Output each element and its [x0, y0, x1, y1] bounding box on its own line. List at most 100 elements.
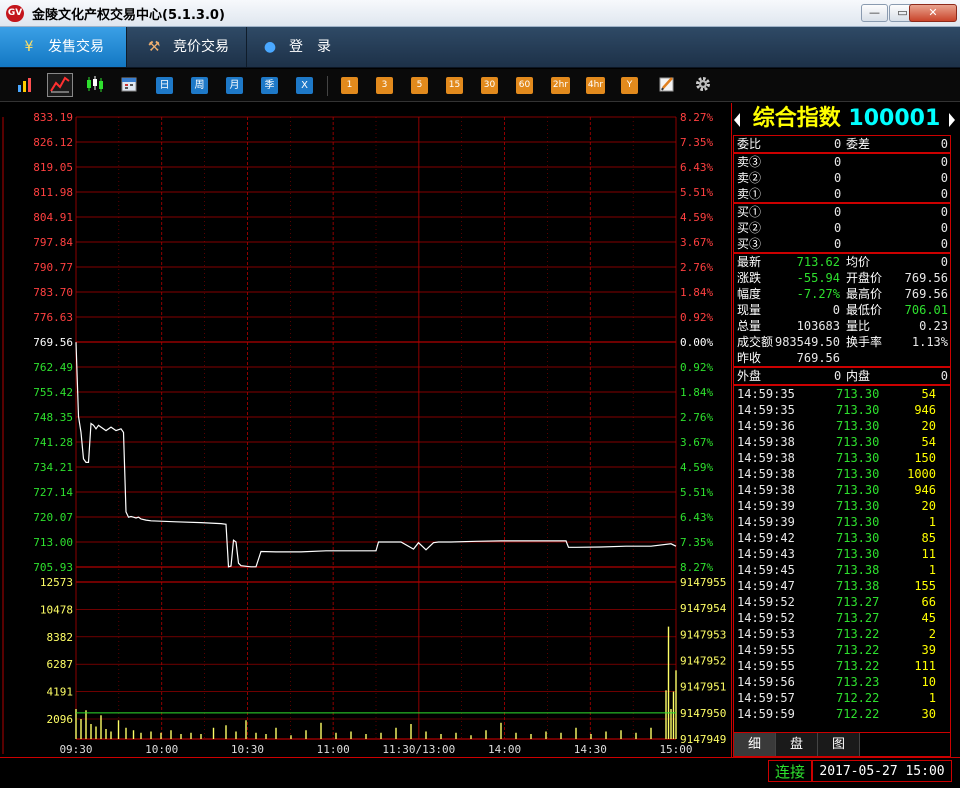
tick-list[interactable]: 14:59:35 713.30 54 14:59:35 713.30 946 14:59:3… [733, 385, 951, 733]
price-axis-label: 762.49 [33, 361, 73, 374]
neipan-value: 0 [940, 369, 948, 383]
price-axis-label: 755.42 [33, 386, 73, 399]
order-label: 卖③ [737, 155, 762, 169]
stat-label: 总量 [737, 319, 762, 333]
volume-right-axis-label: 9147954 [680, 602, 727, 615]
tick-price: 713.30 [836, 435, 880, 449]
tick-time: 14:59:36 [737, 419, 795, 433]
title-bar: GV 金陵文化产权交易中心(5.1.3.0) — ▭ ✕ [0, 0, 960, 27]
close-button[interactable]: ✕ [909, 4, 957, 22]
order-row: 买① 0 0 [734, 204, 950, 220]
stat-value: -7.27% [796, 287, 840, 301]
order-row: 卖① 0 0 [734, 186, 950, 202]
tick-time: 14:59:42 [737, 531, 795, 545]
tab-label: 发售交易 [48, 39, 104, 55]
period-5min-button[interactable]: 5 [411, 77, 428, 94]
next-symbol-icon[interactable] [949, 113, 955, 127]
weibi-value: 0 [834, 137, 842, 151]
period-15min-button[interactable]: 15 [446, 77, 463, 94]
price-axis-label: 741.28 [33, 436, 73, 449]
pct-axis-label: 7.35% [680, 136, 713, 149]
tick-volume: 10 [921, 675, 936, 689]
line-chart-icon[interactable] [47, 73, 73, 97]
neipan-label: 内盘 [846, 369, 871, 383]
volume-axis-label: 12573 [40, 576, 73, 589]
period-week-button[interactable]: 周 [191, 77, 208, 94]
period-2hr-button[interactable]: 2hr [551, 77, 570, 94]
period-x-button[interactable]: X [296, 77, 313, 94]
tick-row: 14:59:53 713.22 2 [734, 627, 950, 643]
prev-symbol-icon[interactable] [734, 113, 740, 127]
pct-axis-label: 4.59% [680, 461, 713, 474]
stat-label: 幅度 [737, 287, 762, 301]
period-30min-button[interactable]: 30 [481, 77, 498, 94]
price-axis-label: 776.63 [33, 311, 73, 324]
period-day-button[interactable]: 日 [156, 77, 173, 94]
stat-label: 均价 [846, 255, 871, 269]
tab-primary-sale[interactable]: ¥ 发售交易 [0, 27, 127, 67]
stat-value: 769.56 [904, 271, 948, 285]
order-volume: 0 [940, 155, 948, 169]
draw-icon[interactable] [656, 75, 678, 95]
connection-status: 连接 [768, 760, 812, 782]
order-volume: 0 [940, 171, 948, 185]
intraday-chart[interactable]: 833.19 8.27% 826.12 7.35% 819.05 6.43% 811.98 5… [0, 103, 731, 757]
tick-volume: 946 [914, 483, 936, 497]
price-axis-label: 826.12 [33, 136, 73, 149]
stat-label: 最低价 [846, 303, 883, 317]
stat-label: 量比 [846, 319, 871, 333]
gear-icon[interactable] [692, 75, 714, 95]
stat-row: 现量 0 最低价 706.01 [734, 302, 950, 318]
tick-time: 14:59:56 [737, 675, 795, 689]
weibi-label: 委比 [737, 137, 762, 151]
tick-row: 14:59:38 713.30 946 [734, 483, 950, 499]
tick-time: 14:59:55 [737, 659, 795, 673]
period-quarter-button[interactable]: 季 [261, 77, 278, 94]
price-axis-label: 769.56 [33, 336, 73, 349]
tab-book[interactable]: 盘 [776, 733, 818, 756]
tab-detail[interactable]: 细 [734, 733, 776, 756]
price-axis-label: 705.93 [33, 561, 73, 574]
candlestick-icon[interactable] [84, 75, 106, 95]
minimize-button[interactable]: — [861, 4, 888, 22]
tick-time: 14:59:35 [737, 387, 795, 401]
stat-label: 涨跌 [737, 271, 762, 285]
tick-row: 14:59:36 713.30 20 [734, 419, 950, 435]
time-axis-label: 09:30 [59, 743, 92, 756]
tick-volume: 946 [914, 403, 936, 417]
period-year-button[interactable]: Y [621, 77, 638, 94]
tick-time: 14:59:38 [737, 451, 795, 465]
volume-right-axis-label: 9147950 [680, 707, 726, 720]
period-1min-button[interactable]: 1 [341, 77, 358, 94]
tick-volume: 54 [921, 435, 936, 449]
volume-right-axis-label: 9147955 [680, 576, 726, 589]
tab-chart[interactable]: 图 [818, 733, 860, 756]
tick-price: 713.30 [836, 547, 880, 561]
period-60min-button[interactable]: 60 [516, 77, 533, 94]
order-row: 买③ 0 0 [734, 236, 950, 252]
period-month-button[interactable]: 月 [226, 77, 243, 94]
tab-label: 登 录 [289, 39, 331, 55]
tick-time: 14:59:35 [737, 403, 795, 417]
tab-login[interactable]: ● 登 录 [247, 27, 347, 67]
tab-auction[interactable]: ⚒ 竞价交易 [127, 27, 247, 67]
volume-right-axis-label: 9147952 [680, 655, 726, 668]
order-price: 0 [834, 155, 842, 169]
tick-volume: 2 [928, 627, 936, 641]
volume-axis-label: 2096 [47, 713, 74, 726]
stat-row: 成交额 983549.50 换手率 1.13% [734, 334, 950, 350]
tick-price: 713.22 [836, 659, 880, 673]
tick-price: 712.22 [836, 691, 880, 705]
quote-header: 综合指数 100001 [732, 103, 960, 135]
stat-value: 983549.50 [774, 335, 840, 349]
pct-axis-label: 3.67% [680, 436, 713, 449]
period-4hr-button[interactable]: 4hr [586, 77, 605, 94]
pct-axis-label: 2.76% [680, 261, 713, 274]
period-3min-button[interactable]: 3 [376, 77, 393, 94]
stat-row: 昨收 769.56 [734, 350, 950, 366]
price-axis-label: 727.14 [33, 486, 73, 499]
tick-volume: 39 [921, 643, 936, 657]
bar-chart-icon[interactable] [14, 75, 36, 95]
calendar-icon[interactable] [118, 75, 140, 95]
tick-time: 14:59:59 [737, 707, 795, 721]
